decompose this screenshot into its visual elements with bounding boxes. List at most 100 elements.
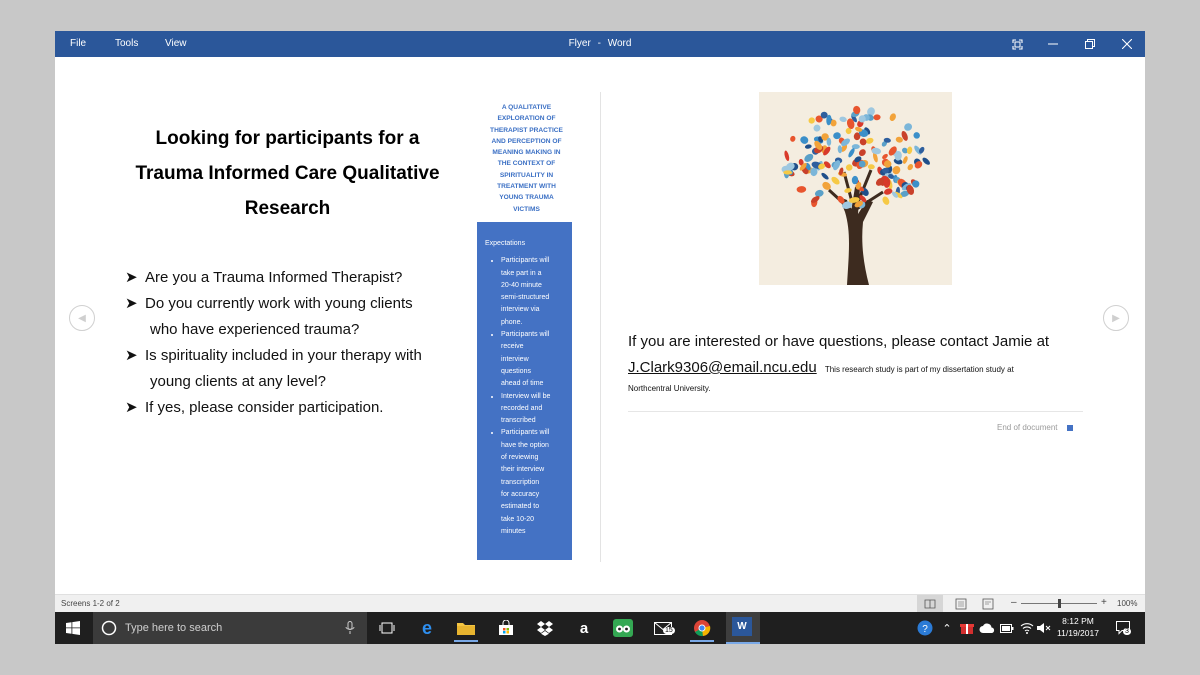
zoom-in-button[interactable]: + [1101, 597, 1107, 608]
store-button[interactable] [494, 616, 518, 640]
hand-leaf [922, 157, 930, 165]
subtitle-line: THERAPIST PRACTICE [490, 126, 563, 134]
menu-tools[interactable]: Tools [115, 38, 138, 49]
book-icon [924, 599, 936, 609]
minimize-icon [1048, 43, 1058, 45]
word-icon: W [732, 617, 752, 636]
end-of-document-marker: End of document [997, 423, 1074, 432]
dissertation-note: This research study is part of my disser… [824, 365, 1014, 374]
read-mode-button[interactable] [917, 595, 943, 613]
next-screen-button[interactable]: ▶ [1103, 305, 1129, 331]
chrome-button[interactable] [690, 616, 714, 642]
cloud-icon [979, 623, 995, 633]
hand-tree-image [759, 92, 952, 285]
restore-button[interactable] [1072, 31, 1108, 57]
contact-text: If you are interested or have questions,… [628, 333, 1050, 350]
hand-leaf [813, 124, 821, 132]
hand-leaf [808, 117, 815, 124]
arrow-bullet-icon: ➤ [125, 347, 138, 364]
expectation-item: Participants will receive interview ques… [501, 329, 566, 390]
hand-leaf [831, 176, 840, 185]
question-item: ➤ Are you a Trauma Informed Therapist? [125, 265, 465, 291]
hand-leaf [859, 138, 867, 146]
close-icon [1122, 39, 1132, 49]
tripadvisor-button[interactable] [611, 616, 635, 640]
mail-button[interactable]: 15 [651, 616, 675, 640]
hand-leaf [858, 149, 866, 157]
document-page: ◀ ▶ Looking for participants for a Traum… [55, 57, 1145, 594]
question-text: Is spirituality included in your therapy… [145, 347, 422, 364]
clock[interactable]: 8:12 PM 11/19/2017 [1051, 616, 1105, 638]
arrow-bullet-icon: ➤ [125, 269, 138, 286]
notification-badge: 3 [1123, 628, 1131, 635]
volume-muted-icon [1037, 623, 1051, 633]
gift-icon [960, 624, 974, 634]
windows-taskbar: Type here to search e a 15 W ? ⌃ 8:12 PM… [55, 612, 1145, 644]
subtitle-line: YOUNG TRAUMA [499, 194, 554, 202]
study-subtitle: A QUALITATIVE EXPLORATION OF THERAPIST P… [480, 102, 573, 215]
fullscreen-button[interactable] [999, 31, 1035, 57]
hand-leaf [904, 123, 912, 131]
zoom-level[interactable]: 100% [1117, 599, 1137, 608]
battery-icon [1000, 623, 1014, 633]
print-layout-button[interactable] [950, 595, 972, 613]
title-bar: File Tools View Flyer - Word [55, 31, 1145, 57]
help-tray-button[interactable]: ? [913, 616, 937, 640]
amazon-button[interactable]: a [572, 616, 596, 640]
flyer-headline: Looking for participants for a Trauma In… [115, 121, 460, 226]
microphone-icon[interactable] [345, 621, 355, 635]
university-text: Northcentral University. [628, 384, 711, 393]
amazon-icon: a [579, 619, 589, 637]
headline-line: Research [244, 198, 331, 219]
headline-line: Trauma Informed Care Qualitative [135, 163, 440, 184]
clock-time: 8:12 PM [1062, 616, 1094, 626]
subtitle-line: TREATMENT WITH [497, 183, 556, 191]
tree-illustration [781, 105, 930, 285]
hand-leaf [821, 172, 829, 180]
task-view-button[interactable] [375, 616, 399, 640]
subtitle-line: VICTIMS [513, 205, 540, 213]
contact-email-link[interactable]: J.Clark9306@email.ncu.edu [628, 359, 817, 376]
previous-screen-button[interactable]: ◀ [69, 305, 95, 331]
end-of-document-label: End of document [997, 423, 1058, 432]
end-square-icon [1067, 424, 1074, 431]
windows-logo-icon [66, 621, 80, 635]
hand-leaf [796, 186, 807, 193]
web-layout-icon [982, 598, 994, 610]
action-center-button[interactable]: 3 [1111, 616, 1135, 640]
fullscreen-icon [1011, 38, 1023, 50]
expectation-item: Participants will take part in a 20-40 m… [501, 255, 566, 329]
word-taskbar-button[interactable]: W [726, 612, 760, 644]
file-explorer-button[interactable] [454, 616, 478, 642]
help-icon: ? [917, 620, 933, 636]
question-text: If yes, please consider participation. [145, 399, 384, 416]
zoom-slider-thumb[interactable] [1057, 599, 1061, 608]
taskbar-search-box[interactable]: Type here to search [93, 612, 367, 644]
question-text: young clients at any level? [150, 373, 326, 390]
menu-view[interactable]: View [165, 38, 187, 49]
question-text: Do you currently work with young clients [145, 295, 413, 312]
arrow-bullet-icon: ➤ [125, 399, 138, 416]
question-item: ➤ Is spirituality included in your thera… [125, 343, 465, 395]
edge-button[interactable]: e [415, 616, 439, 640]
search-placeholder: Type here to search [125, 622, 223, 634]
column-divider [600, 92, 601, 562]
close-button[interactable] [1109, 31, 1145, 57]
hand-leaf [867, 164, 875, 170]
cortana-icon [101, 620, 117, 636]
question-item: ➤ Do you currently work with young clien… [125, 291, 465, 343]
dropbox-button[interactable] [533, 616, 557, 640]
expectations-list: Participants will take part in a 20-40 m… [485, 255, 566, 538]
expectations-title: Expectations [485, 240, 526, 247]
hand-leaf [845, 164, 853, 171]
web-layout-button[interactable] [977, 595, 999, 613]
zoom-out-button[interactable]: – [1011, 597, 1017, 608]
expectations-box: Expectations Participants will take part… [477, 222, 572, 560]
start-button[interactable] [61, 616, 85, 640]
menu-file[interactable]: File [70, 38, 86, 49]
hand-leaf [790, 135, 796, 142]
hand-leaf [837, 145, 843, 154]
minimize-button[interactable] [1035, 31, 1071, 57]
document-name: Flyer [568, 38, 591, 49]
end-divider [628, 411, 1083, 412]
